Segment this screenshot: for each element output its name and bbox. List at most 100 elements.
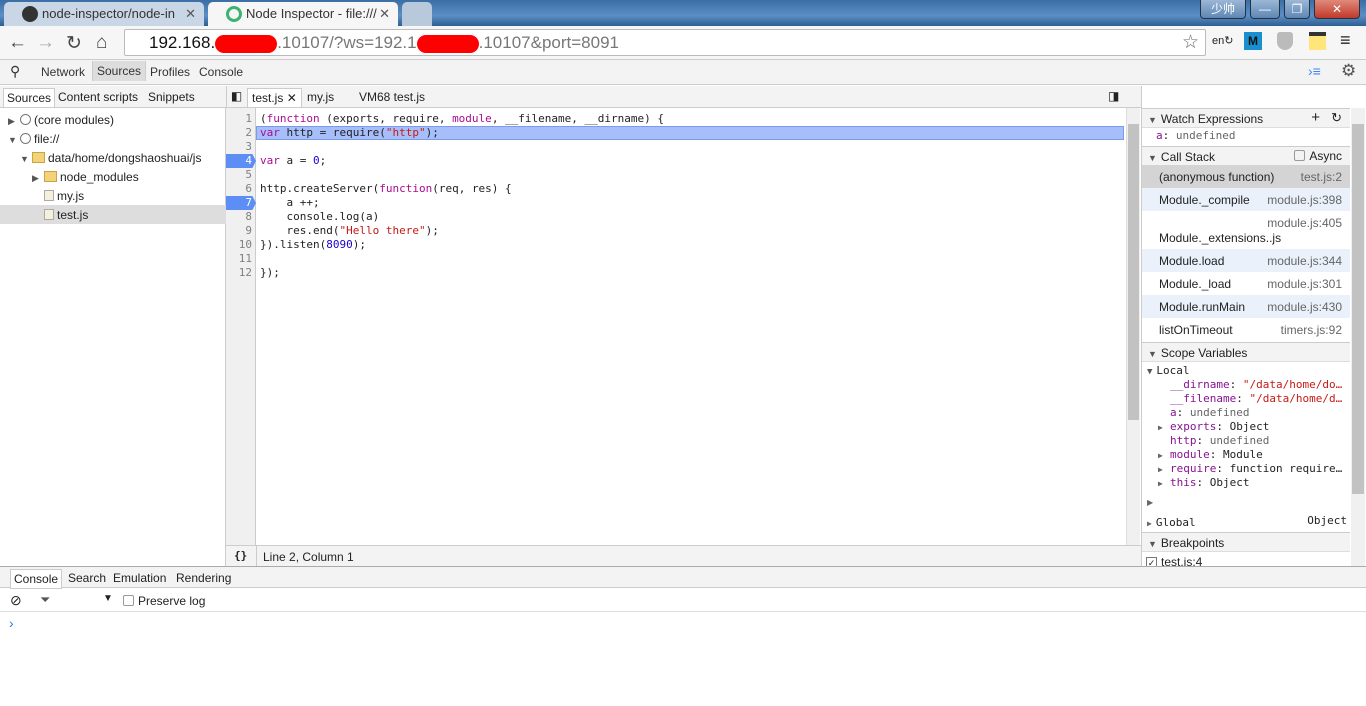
- drawer-tab-emulation[interactable]: Emulation: [113, 571, 166, 585]
- call-frame[interactable]: Module._load module.js:301: [1142, 272, 1350, 295]
- call-frame[interactable]: Module.runMain module.js:430: [1142, 295, 1350, 318]
- tree-item[interactable]: ▶ node_modules: [0, 167, 226, 186]
- url-input[interactable]: 192.168. .10107/?ws=192.1 .10107&port=8091…: [124, 29, 1206, 56]
- home-icon[interactable]: ⌂: [96, 32, 107, 54]
- triangle-down-icon[interactable]: ▼: [1148, 349, 1157, 359]
- triangle-right-icon[interactable]: ▶: [1158, 421, 1170, 435]
- breakpoint-item[interactable]: ✓ test.js:4: [1146, 555, 1202, 566]
- tree-item[interactable]: ▼ file://: [0, 129, 226, 148]
- close-window-button[interactable]: ✕: [1314, 0, 1360, 19]
- forward-icon[interactable]: →: [36, 32, 55, 54]
- notes-extension-icon[interactable]: [1309, 32, 1326, 50]
- breakpoint-checkbox[interactable]: ✓: [1146, 557, 1157, 566]
- scope-variable[interactable]: ▶ module: Module: [1158, 448, 1263, 462]
- line-number[interactable]: 6: [226, 182, 256, 196]
- m-extension-icon[interactable]: M: [1244, 32, 1262, 50]
- breakpoints-header[interactable]: ▼ Breakpoints: [1142, 532, 1350, 552]
- line-number[interactable]: 12: [226, 266, 256, 280]
- call-frame[interactable]: Module.load module.js:344: [1142, 249, 1350, 272]
- panel-tab-profiles[interactable]: Profiles: [150, 65, 190, 79]
- nav-tab-sources[interactable]: Sources: [3, 88, 56, 108]
- toggle-navigator-icon[interactable]: ◧: [226, 86, 246, 108]
- scrollbar-thumb[interactable]: [1352, 124, 1364, 494]
- scope-local[interactable]: ▼ Local: [1147, 364, 1190, 378]
- browser-tab-active[interactable]: Node Inspector - file:///✕: [208, 2, 398, 26]
- watch-item[interactable]: a: undefined: [1156, 129, 1235, 143]
- scope-variable[interactable]: a: undefined: [1158, 406, 1249, 420]
- triangle-down-icon[interactable]: ▼: [1148, 153, 1157, 163]
- editor-tab-vm68[interactable]: VM68 test.js: [359, 90, 425, 104]
- close-tab-icon[interactable]: ✕: [185, 6, 196, 22]
- close-tab-icon[interactable]: ✕: [379, 6, 390, 22]
- call-frame[interactable]: (anonymous function) test.js:2: [1142, 165, 1350, 188]
- breakpoint-marker[interactable]: 4: [226, 154, 256, 168]
- add-watch-icon[interactable]: +: [1311, 109, 1320, 126]
- drawer-tab-rendering[interactable]: Rendering: [176, 571, 231, 585]
- panel-tab-network[interactable]: Network: [41, 65, 85, 79]
- watch-expressions-header[interactable]: ▼ Watch Expressions + ↻: [1142, 108, 1350, 128]
- call-frame[interactable]: Module._compile module.js:398: [1142, 188, 1350, 211]
- panel-tab-console[interactable]: Console: [199, 65, 243, 79]
- bookmark-star-icon[interactable]: ☆: [1182, 31, 1199, 54]
- call-frame[interactable]: Module._extensions..js module.js:405: [1142, 211, 1350, 249]
- triangle-down-icon[interactable]: ▼: [1148, 115, 1157, 125]
- scope-variable[interactable]: ▶ require: function require…: [1158, 462, 1342, 476]
- new-tab-button[interactable]: [402, 2, 432, 26]
- nav-tab-content-scripts[interactable]: Content scripts: [58, 90, 138, 104]
- search-icon[interactable]: ⚲: [10, 63, 20, 80]
- line-number[interactable]: 9: [226, 224, 256, 238]
- drawer-tab-search[interactable]: Search: [68, 571, 106, 585]
- console-input[interactable]: [22, 614, 1352, 704]
- line-number[interactable]: 5: [226, 168, 256, 182]
- tree-item[interactable]: my.js: [0, 186, 226, 205]
- translate-extension-icon[interactable]: en↻: [1212, 34, 1233, 47]
- call-frame[interactable]: listOnTimeout timers.js:92: [1142, 318, 1350, 341]
- settings-gear-icon[interactable]: ⚙: [1341, 61, 1356, 81]
- editor-tab-my-js[interactable]: my.js: [307, 90, 334, 104]
- preserve-log-checkbox[interactable]: [123, 595, 134, 606]
- line-number[interactable]: 2: [226, 126, 256, 140]
- triangle-right-icon[interactable]: ▶: [1158, 449, 1170, 463]
- line-number[interactable]: 11: [226, 252, 256, 266]
- triangle-right-icon[interactable]: ▶: [1158, 477, 1170, 491]
- drawer-tab-console[interactable]: Console: [10, 569, 63, 589]
- shield-extension-icon[interactable]: [1277, 32, 1293, 50]
- toggle-drawer-icon[interactable]: ›≡: [1308, 63, 1321, 79]
- browser-tab[interactable]: node-inspector/node-in ✕: [4, 2, 204, 26]
- context-dropdown-icon[interactable]: ▼: [103, 593, 113, 604]
- editor-scrollbar[interactable]: [1126, 108, 1140, 545]
- triangle-right-icon[interactable]: ▶: [8, 116, 18, 127]
- menu-icon[interactable]: ≡: [1340, 30, 1351, 51]
- triangle-right-icon[interactable]: ▶: [1158, 463, 1170, 477]
- code-editor[interactable]: 1 2 3 4 5 6 7 8 9 10 11 12 (function (exports, requi…: [226, 108, 1141, 545]
- console-prompt[interactable]: ›: [9, 615, 14, 631]
- minimize-button[interactable]: —: [1250, 0, 1280, 19]
- triangle-right-icon[interactable]: ▶: [1147, 496, 1153, 510]
- async-toggle[interactable]: Async: [1294, 149, 1342, 163]
- close-tab-icon[interactable]: ✕: [287, 91, 297, 105]
- tree-item[interactable]: ▶ (core modules): [0, 110, 226, 129]
- scope-variable[interactable]: __dirname: "/data/home/do…: [1158, 378, 1342, 392]
- line-number[interactable]: 8: [226, 210, 256, 224]
- call-stack-header[interactable]: ▼ Call Stack Async: [1142, 146, 1350, 166]
- triangle-down-icon[interactable]: ▼: [1147, 367, 1152, 377]
- async-checkbox[interactable]: [1294, 150, 1306, 161]
- filter-icon[interactable]: ⏷: [40, 592, 50, 608]
- tree-item[interactable]: ▼ data/home/dongshaoshuai/js: [0, 148, 226, 167]
- scope-global[interactable]: ▶ Global Object: [1147, 514, 1347, 530]
- user-badge[interactable]: 少帅: [1200, 0, 1246, 19]
- reload-icon[interactable]: ↻: [66, 32, 82, 55]
- refresh-watch-icon[interactable]: ↻: [1331, 110, 1342, 126]
- editor-tab-test-js[interactable]: test.js ✕: [247, 88, 302, 108]
- triangle-right-icon[interactable]: ▶: [32, 173, 42, 184]
- panel-tab-sources[interactable]: Sources: [92, 61, 147, 81]
- line-number[interactable]: 10: [226, 238, 256, 252]
- breakpoint-marker[interactable]: 7: [226, 196, 256, 210]
- scope-variable[interactable]: http: undefined: [1158, 434, 1269, 448]
- toggle-debugger-icon[interactable]: ◨: [1108, 89, 1119, 103]
- scope-variable[interactable]: __filename: "/data/home/d…: [1158, 392, 1342, 406]
- clear-console-icon[interactable]: ⊘: [10, 592, 22, 609]
- scope-variable[interactable]: ▶ this: Object: [1158, 476, 1250, 490]
- maximize-button[interactable]: ❐: [1284, 0, 1310, 19]
- triangle-down-icon[interactable]: ▼: [8, 135, 18, 145]
